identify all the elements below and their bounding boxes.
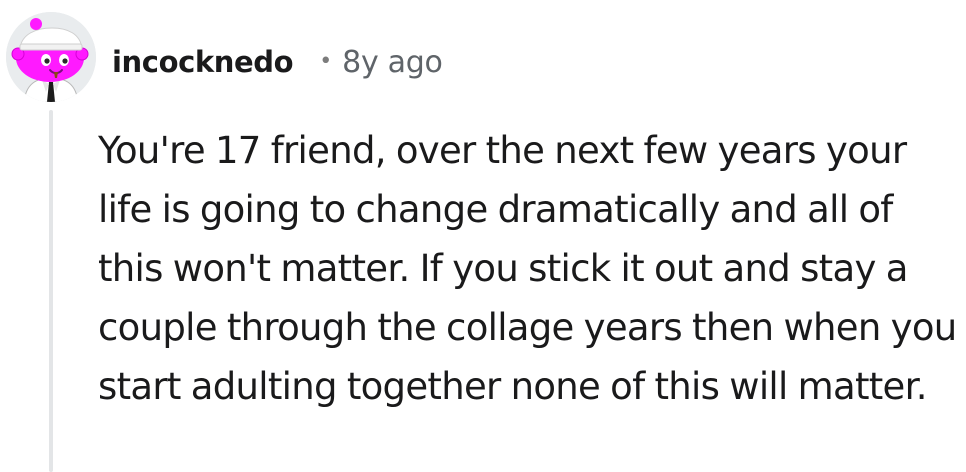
- comment-meta: incocknedo • 8y ago: [112, 40, 443, 84]
- snoo-avatar-icon: [6, 12, 96, 102]
- timestamp[interactable]: 8y ago: [342, 45, 443, 80]
- username-link[interactable]: incocknedo: [112, 45, 294, 79]
- thread-line[interactable]: [49, 110, 53, 472]
- user-avatar[interactable]: [6, 12, 96, 102]
- comment: incocknedo • 8y ago You're 17 friend, ov…: [0, 0, 966, 472]
- meta-separator: •: [319, 48, 333, 74]
- comment-body: You're 17 friend, over the next few year…: [98, 129, 957, 408]
